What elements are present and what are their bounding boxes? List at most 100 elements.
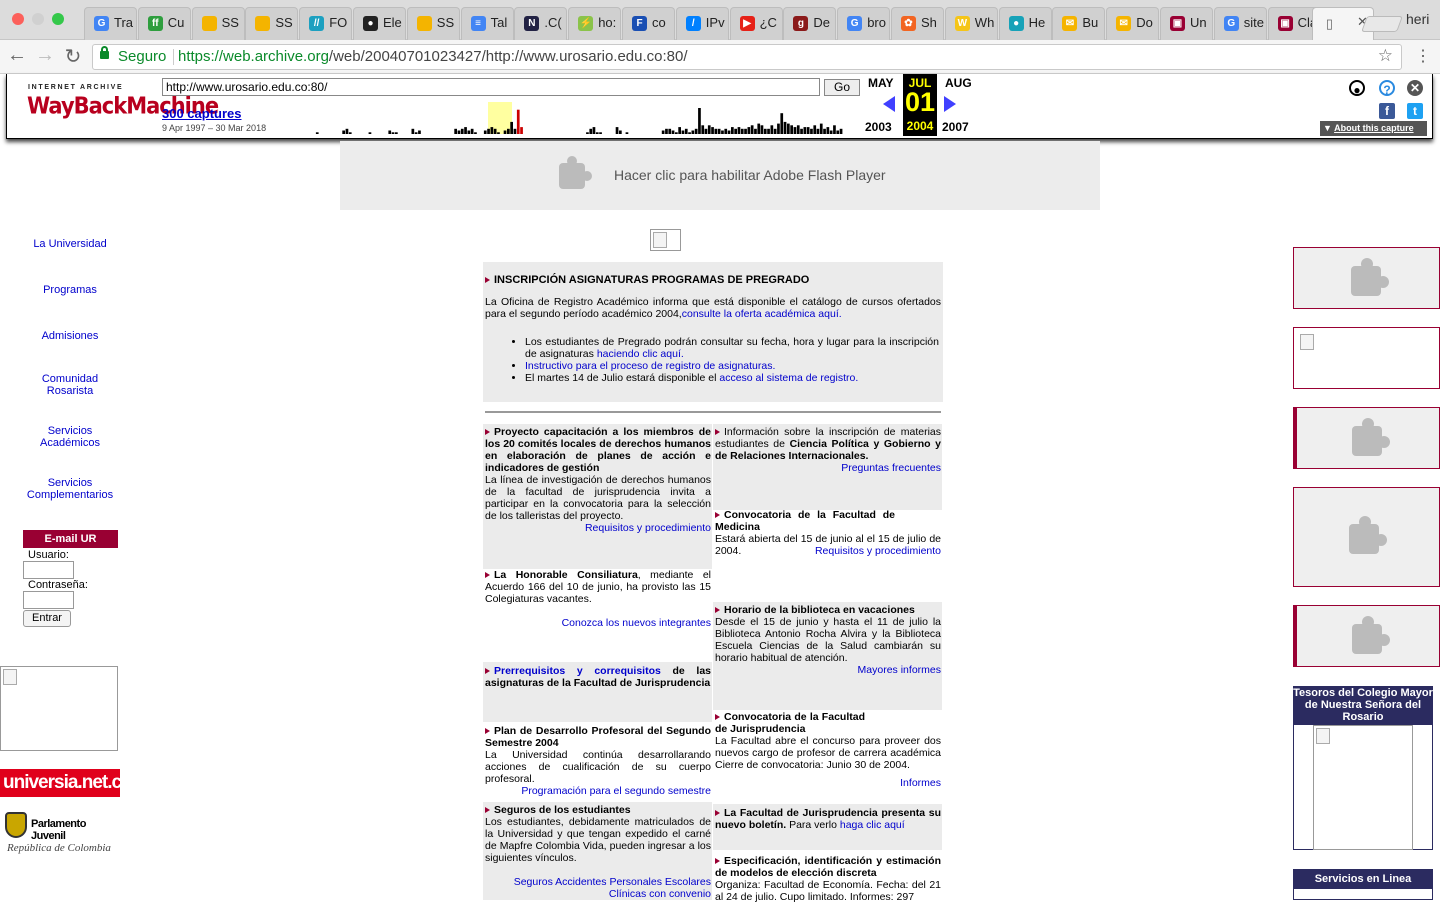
nav-servicios-complementarios[interactable]: Servicios Complementarios (25, 477, 115, 501)
capture-bar[interactable] (516, 109, 520, 134)
capture-bar[interactable] (770, 125, 774, 134)
minimize-window-button[interactable] (32, 13, 44, 25)
capture-bar[interactable] (731, 127, 734, 134)
capture-bar[interactable] (793, 127, 797, 134)
capture-bar[interactable] (586, 132, 589, 134)
universia-logo[interactable]: universia.net.co (0, 769, 133, 797)
capture-bar[interactable] (395, 132, 398, 134)
capture-bar[interactable] (589, 128, 593, 134)
password-input[interactable] (23, 591, 74, 609)
capture-bar[interactable] (510, 121, 513, 134)
capture-bar[interactable] (816, 128, 820, 134)
capture-bar[interactable] (810, 128, 813, 134)
capture-bar[interactable] (704, 128, 708, 134)
capture-bar[interactable] (780, 113, 784, 134)
capture-bar[interactable] (819, 123, 823, 134)
close-icon[interactable]: ✕ (1407, 80, 1423, 96)
capture-bar[interactable] (414, 132, 418, 134)
capture-bar[interactable] (467, 130, 471, 135)
nav-la-universidad[interactable]: La Universidad (20, 238, 120, 250)
capture-bar[interactable] (671, 130, 675, 135)
capture-bar[interactable] (615, 127, 619, 134)
help-icon[interactable]: ? (1379, 80, 1395, 97)
capture-bar[interactable] (675, 132, 678, 134)
capture-bar[interactable] (800, 128, 803, 134)
twitter-icon[interactable]: t (1407, 103, 1423, 119)
about-capture-button[interactable]: ▼ About this capture (1320, 121, 1427, 136)
capture-bar[interactable] (342, 130, 345, 135)
capture-bar[interactable] (691, 130, 695, 135)
capture-bar[interactable] (464, 127, 467, 134)
capture-bar[interactable] (368, 132, 372, 134)
browser-tab[interactable]: G Tra (84, 7, 137, 40)
capture-bar[interactable] (665, 128, 668, 134)
forward-arrow-icon[interactable]: → (35, 44, 55, 67)
capture-bar[interactable] (763, 128, 767, 134)
new-tab-button[interactable] (1361, 16, 1403, 32)
capture-bar[interactable] (348, 132, 352, 134)
oferta-link[interactable]: consulte la oferta académica aquí. (682, 308, 842, 320)
browser-tab[interactable]: ▣ Un (1160, 7, 1213, 40)
capture-bar[interactable] (773, 128, 777, 134)
capture-bar[interactable] (754, 128, 757, 134)
browser-tab[interactable]: ● Ele (353, 7, 406, 40)
informes-link[interactable]: Informes (900, 777, 941, 789)
capture-bar[interactable] (740, 128, 744, 134)
bookmark-star-icon[interactable]: ☆ (1378, 46, 1393, 66)
next-year[interactable]: 2007 (942, 120, 969, 134)
capture-bar[interactable] (460, 128, 464, 134)
browser-tab[interactable]: ✉ Bu (1052, 7, 1106, 40)
capture-bar[interactable] (678, 127, 681, 134)
browser-tab[interactable]: N .C( (514, 7, 568, 40)
capture-bar[interactable] (698, 108, 701, 134)
browser-tab[interactable]: ✿ Sh (891, 7, 944, 40)
user-account-icon[interactable]: ● (1349, 80, 1365, 97)
browser-tab[interactable]: W Wh (944, 7, 998, 40)
boletin-link[interactable]: haga clic aquí (840, 819, 905, 831)
capture-bar[interactable] (721, 130, 724, 135)
prev-year[interactable]: 2003 (865, 120, 892, 134)
nav-programas[interactable]: Programas (20, 284, 120, 296)
capture-bar[interactable] (777, 123, 780, 134)
browser-tab[interactable]: / IPv (675, 7, 729, 40)
login-button[interactable]: Entrar (23, 610, 71, 627)
capture-bar[interactable] (470, 128, 474, 134)
capture-bar[interactable] (503, 130, 507, 135)
haciendo-clic-link[interactable]: haciendo clic aquí. (597, 348, 684, 360)
flash-placeholder[interactable] (1293, 605, 1440, 667)
zoom-window-button[interactable] (52, 13, 64, 25)
requisitos-link[interactable]: Requisitos y procedimiento (585, 522, 711, 534)
capture-bar[interactable] (668, 128, 672, 134)
capture-sparkline[interactable] (283, 102, 843, 134)
requisitos-medicina-link[interactable]: Requisitos y procedimiento (815, 545, 941, 557)
next-capture-arrow-icon[interactable] (944, 96, 956, 112)
capture-bar[interactable] (661, 130, 665, 135)
capture-bar[interactable] (750, 125, 754, 134)
capture-bar[interactable] (507, 128, 510, 134)
browser-tab[interactable]: ≡ Tal (460, 7, 514, 40)
capture-bar[interactable] (625, 132, 629, 134)
mayores-informes-link[interactable]: Mayores informes (858, 664, 941, 676)
acceso-sistema-link[interactable]: acceso al sistema de registro. (719, 372, 858, 384)
instructivo-link[interactable]: Instructivo para el proceso de registro … (525, 360, 775, 372)
capture-bar[interactable] (747, 127, 751, 134)
back-arrow-icon[interactable]: ← (7, 44, 27, 67)
browser-tab[interactable]: ● He (998, 7, 1052, 40)
nav-admisiones[interactable]: Admisiones (20, 330, 120, 342)
profile-name[interactable]: heri (1406, 11, 1429, 27)
wayback-url-input[interactable] (162, 78, 820, 96)
capture-bar[interactable] (688, 132, 691, 134)
capture-bar[interactable] (418, 130, 421, 135)
browser-tab[interactable]: SS (191, 7, 245, 40)
nav-servicios-academicos[interactable]: Servicios Académicos (35, 425, 105, 449)
reload-icon[interactable]: ↻ (63, 44, 83, 69)
browser-tab[interactable]: // FO (299, 7, 353, 40)
capture-bar[interactable] (411, 128, 415, 134)
capture-bar[interactable] (806, 127, 810, 134)
browser-tab[interactable]: Gsite (1213, 7, 1267, 40)
capture-bar[interactable] (714, 128, 718, 134)
browser-tab[interactable]: ▶ ¿C (729, 7, 783, 40)
capture-bar[interactable] (681, 130, 685, 135)
prev-capture-arrow-icon[interactable] (883, 96, 895, 112)
browser-tab[interactable]: SS (406, 7, 460, 40)
